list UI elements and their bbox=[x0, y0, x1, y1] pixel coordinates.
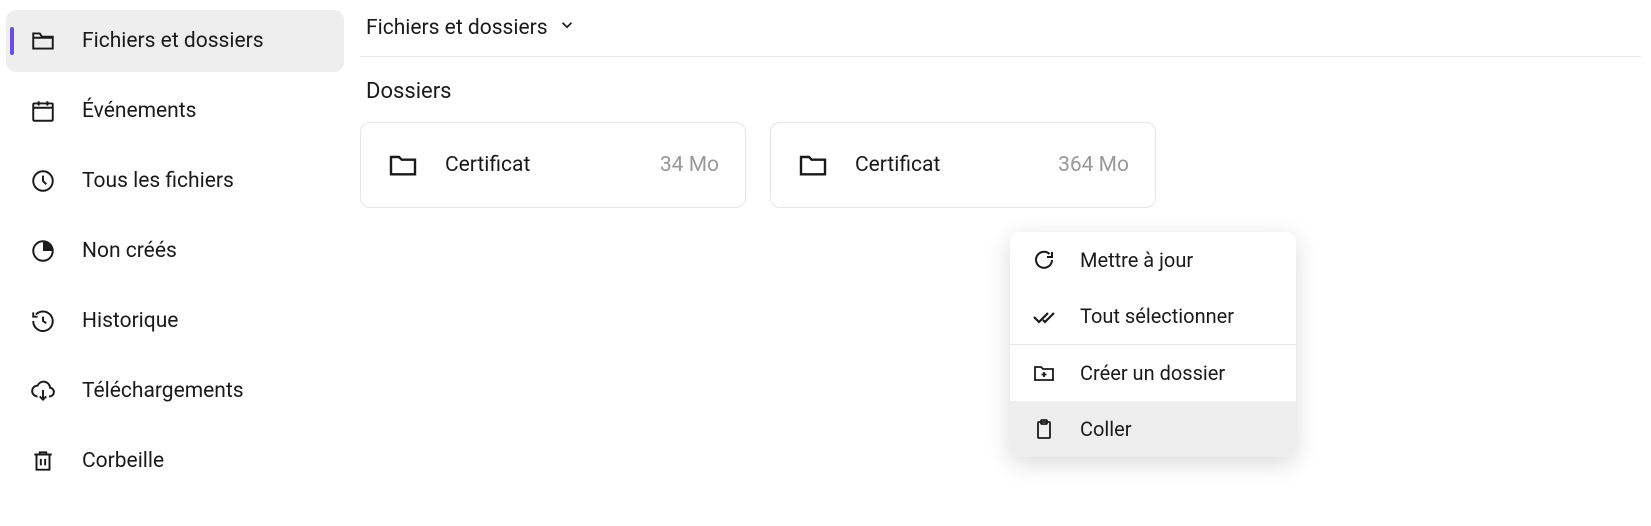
main-content: Fichiers et dossiers Dossiers Certificat… bbox=[350, 0, 1651, 526]
folder-name: Certificat bbox=[445, 153, 660, 177]
context-menu-paste[interactable]: Coller bbox=[1010, 401, 1296, 457]
progress-icon bbox=[30, 238, 56, 264]
trash-icon bbox=[30, 448, 56, 474]
folder-icon bbox=[387, 149, 419, 181]
context-menu: Mettre à jour Tout sélectionner bbox=[1010, 232, 1296, 457]
calendar-icon bbox=[30, 98, 56, 124]
context-menu-label: Créer un dossier bbox=[1080, 361, 1225, 385]
folder-name: Certificat bbox=[855, 153, 1058, 177]
sidebar-item-label: Historique bbox=[82, 309, 178, 333]
sidebar-item-events[interactable]: Événements bbox=[6, 80, 344, 142]
sidebar-item-label: Tous les fichiers bbox=[82, 169, 234, 193]
sidebar-item-label: Non créés bbox=[82, 239, 177, 263]
folders-row: Certificat 34 Mo Certificat 364 Mo bbox=[360, 122, 1641, 208]
folder-card[interactable]: Certificat 34 Mo bbox=[360, 122, 746, 208]
download-cloud-icon bbox=[30, 378, 56, 404]
folder-size: 34 Mo bbox=[660, 153, 719, 177]
sidebar-item-files-folders[interactable]: Fichiers et dossiers bbox=[6, 10, 344, 72]
folder-icon bbox=[797, 149, 829, 181]
sidebar-item-downloads[interactable]: Téléchargements bbox=[6, 360, 344, 422]
refresh-icon bbox=[1032, 248, 1056, 272]
sidebar-item-label: Téléchargements bbox=[82, 379, 244, 403]
sidebar-item-history[interactable]: Historique bbox=[6, 290, 344, 352]
context-menu-label: Tout sélectionner bbox=[1080, 304, 1234, 328]
clipboard-icon bbox=[1032, 417, 1056, 441]
context-menu-label: Coller bbox=[1080, 417, 1132, 441]
section-title: Dossiers bbox=[360, 79, 1641, 104]
folder-open-icon bbox=[30, 28, 56, 54]
breadcrumb[interactable]: Fichiers et dossiers bbox=[360, 16, 1641, 57]
context-menu-select-all[interactable]: Tout sélectionner bbox=[1010, 288, 1296, 344]
sidebar-item-label: Événements bbox=[82, 99, 196, 123]
sidebar-item-label: Fichiers et dossiers bbox=[82, 29, 264, 53]
sidebar-item-all-files[interactable]: Tous les fichiers bbox=[6, 150, 344, 212]
context-menu-create-folder[interactable]: Créer un dossier bbox=[1010, 345, 1296, 401]
folder-size: 364 Mo bbox=[1058, 153, 1129, 177]
history-icon bbox=[30, 308, 56, 334]
add-folder-icon bbox=[1032, 361, 1056, 385]
chevron-down-icon bbox=[558, 16, 576, 40]
folder-card[interactable]: Certificat 364 Mo bbox=[770, 122, 1156, 208]
sidebar-item-label: Corbeille bbox=[82, 449, 164, 473]
sidebar-item-trash[interactable]: Corbeille bbox=[6, 430, 344, 492]
context-menu-refresh[interactable]: Mettre à jour bbox=[1010, 232, 1296, 288]
context-menu-label: Mettre à jour bbox=[1080, 248, 1193, 272]
clock-icon bbox=[30, 168, 56, 194]
double-check-icon bbox=[1032, 304, 1056, 328]
breadcrumb-label: Fichiers et dossiers bbox=[366, 16, 548, 40]
sidebar: Fichiers et dossiers Événements Tous bbox=[0, 0, 350, 526]
sidebar-item-not-created[interactable]: Non créés bbox=[6, 220, 344, 282]
